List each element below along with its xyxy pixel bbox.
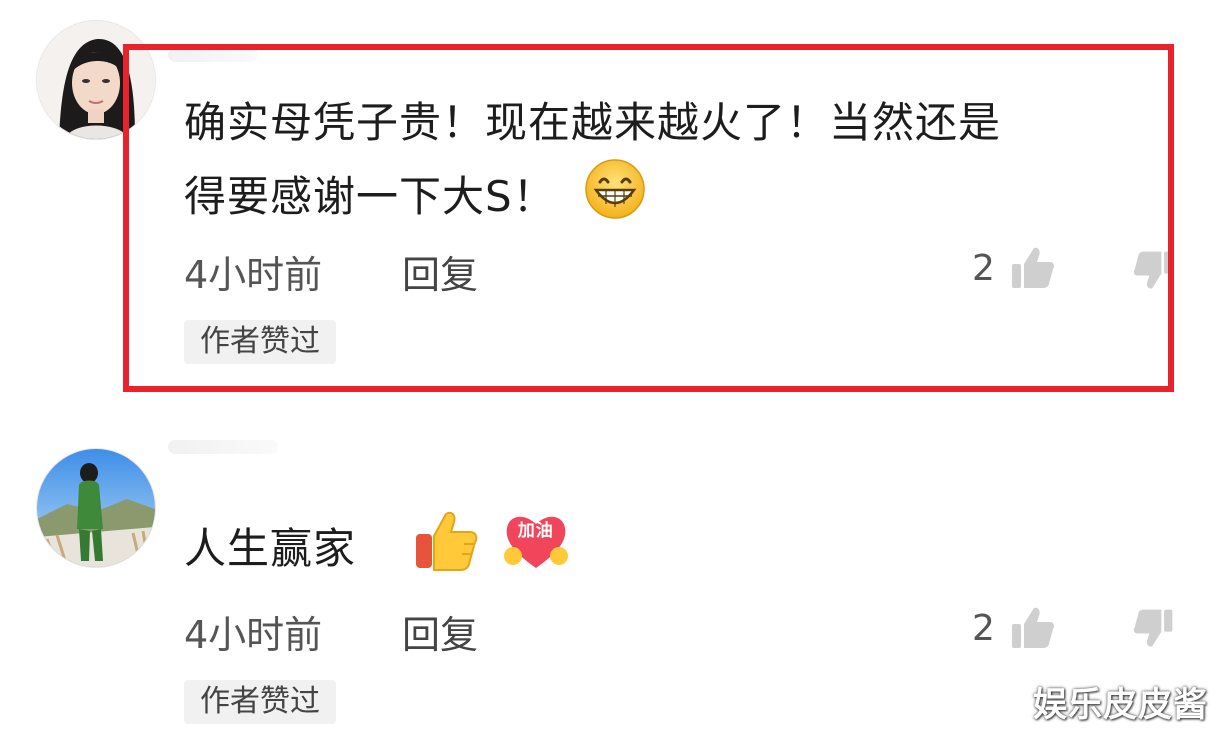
comment-text: 确实母凭子贵！现在越来越火了！当然还是 得要感谢一下大S！ bbox=[184, 88, 1001, 241]
watermark: 娱乐皮皮酱 bbox=[1033, 685, 1208, 725]
grin-emoji bbox=[584, 158, 646, 241]
reply-button[interactable]: 回复 bbox=[402, 244, 478, 299]
comment-text: 人生赢家 加油 bbox=[184, 510, 569, 593]
jiayou-text: 加油 bbox=[517, 521, 554, 541]
comment-item: 确实母凭子贵！现在越来越火了！当然还是 得要感谢一下大S！ 4小时前 回复 2 … bbox=[0, 0, 1222, 400]
author-liked-badge: 作者赞过 bbox=[184, 320, 336, 364]
thumbs-up-emoji bbox=[414, 510, 480, 593]
avatar[interactable] bbox=[36, 20, 156, 140]
comment-text-span: 得要感谢一下大S！ bbox=[184, 172, 556, 221]
username[interactable] bbox=[168, 48, 258, 62]
thumbs-down-icon[interactable] bbox=[1132, 606, 1176, 654]
avatar-image bbox=[37, 21, 155, 139]
comment-time: 4小时前 bbox=[184, 613, 323, 657]
comment-text-line: 确实母凭子贵！现在越来越火了！当然还是 bbox=[184, 98, 1002, 147]
comment-time: 4小时前 bbox=[184, 253, 323, 297]
like-count: 2 bbox=[972, 248, 995, 289]
thumbs-down-icon[interactable] bbox=[1132, 248, 1176, 296]
reply-button[interactable]: 回复 bbox=[402, 604, 478, 659]
username[interactable] bbox=[168, 440, 278, 454]
avatar-image bbox=[37, 449, 155, 567]
avatar[interactable] bbox=[36, 448, 156, 568]
jiayou-heart-emoji: 加油 bbox=[503, 510, 569, 593]
thumbs-up-icon[interactable] bbox=[1008, 604, 1056, 656]
comment-text-line: 得要感谢一下大S！ bbox=[184, 158, 1001, 241]
like-count: 2 bbox=[972, 608, 995, 649]
author-liked-badge: 作者赞过 bbox=[184, 680, 336, 724]
comment-text-span: 人生赢家 bbox=[184, 524, 357, 573]
thumbs-up-icon[interactable] bbox=[1008, 244, 1056, 296]
